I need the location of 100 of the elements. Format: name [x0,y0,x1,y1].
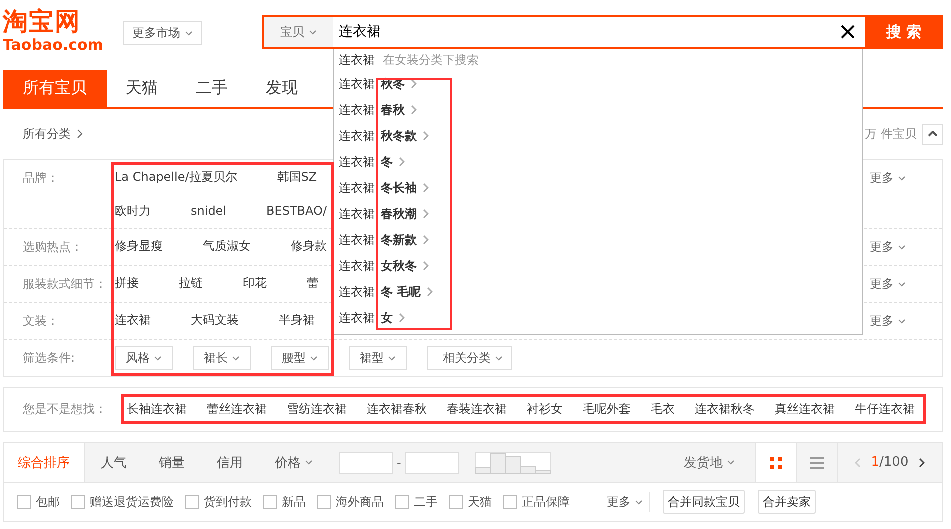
search-bar[interactable]: 宝贝 连衣裙 搜 索 [262,15,943,49]
more-button[interactable]: 更多 [870,312,906,330]
suggestion-link[interactable]: 雪纺连衣裙 [287,401,347,418]
chevron-down-icon [308,30,316,34]
previous-page-icon[interactable] [855,458,862,468]
chevron-right-icon [411,105,417,115]
page-total: /100 [880,455,909,470]
suggestion-item[interactable]: 连衣裙女 [339,310,393,326]
grid-view-button[interactable] [755,443,796,482]
more-button[interactable]: 更多 [870,169,906,187]
more-button[interactable]: 更多 [870,238,906,256]
filter-option[interactable]: 修身款 [291,229,327,263]
scope-dropdown[interactable]: 宝贝 [264,17,333,47]
market-dropdown[interactable]: 更多市场 [123,21,202,45]
checkbox[interactable] [263,495,277,509]
checkbox-label[interactable]: 包邮 [36,494,60,510]
filter-option[interactable]: 印花 [243,266,267,300]
filter-option[interactable]: snidel [191,194,227,228]
next-page-icon[interactable] [918,458,925,468]
chevron-right-icon [399,313,405,323]
price-histogram-drawing[interactable] [475,452,552,474]
checkbox-label[interactable]: 货到付款 [204,494,252,510]
suggestion-link[interactable]: 真丝连衣裙 [775,401,835,418]
checkbox[interactable] [503,495,517,509]
price-max-field[interactable] [405,452,460,474]
suggestion-link[interactable]: 毛衣 [651,401,675,418]
filter-option[interactable]: 大码文装 [191,303,239,337]
suggestion-link[interactable]: 连衣裙春秋 [367,401,427,418]
suggestion-link[interactable]: 连衣裙秋冬 [695,401,755,418]
chevron-down-icon [635,500,643,504]
suggestion-item[interactable]: 连衣裙冬长袖 [339,180,417,196]
suggestion-item[interactable]: 连衣裙秋冬款 [339,128,417,144]
chevron-right-icon [399,157,405,167]
list-icon [810,456,824,468]
suggestion-link[interactable]: 毛呢外套 [583,401,631,418]
filter-option[interactable]: 修身显瘦 [115,229,163,263]
chevron-down-icon [898,318,906,324]
checkbox[interactable] [449,495,463,509]
suggestion-item[interactable]: 连衣裙冬新款 [339,232,417,248]
chevron-right-icon [77,129,83,139]
filter-option[interactable]: 蕾 [307,266,319,300]
filter-dropdown[interactable]: 腰型 [271,346,329,370]
sort-tab[interactable]: 人气 [85,443,143,482]
sort-tab[interactable]: 销量 [143,443,201,482]
checkbox-label[interactable]: 天猫 [468,494,492,510]
filter-option[interactable]: 气质淑女 [203,229,251,263]
suggestion-item[interactable]: 连衣裙女秋冬 [339,258,417,274]
suggestion-term[interactable]: 连衣裙 [339,52,375,68]
filter-label: 选购热点： [22,239,84,256]
chevron-right-icon [423,131,429,141]
checkbox-label[interactable]: 海外商品 [336,494,384,510]
filter-option[interactable]: 韩国SZ [277,160,318,194]
collapse-button[interactable] [922,124,943,144]
close-icon[interactable] [841,25,855,39]
more-button[interactable]: 更多 [870,275,906,293]
filter-option[interactable]: 欧时力 [115,194,151,228]
chevron-down-icon [305,460,313,465]
checkbox[interactable] [317,495,331,509]
suggestion-item[interactable]: 连衣裙冬 毛呢 [339,284,422,300]
filter-option[interactable]: La Chapelle/拉夏贝尔 [115,160,238,194]
checkbox-label[interactable]: 二手 [414,494,438,510]
location-dropdown[interactable]: 发货地 [684,454,735,472]
checkbox[interactable] [395,495,409,509]
merge-button[interactable]: 合并同款宝贝 [663,490,745,514]
checkbox-label[interactable]: 正品保障 [522,494,570,510]
suggestion-link[interactable]: 蕾丝连衣裙 [207,401,267,418]
chevron-down-icon [898,244,906,250]
suggestion-link[interactable]: 衬衫女 [527,401,563,418]
more-button[interactable]: 更多 [607,492,650,512]
filter-dropdown[interactable]: 风格 [115,346,173,370]
suggestion-item[interactable]: 连衣裙冬 [339,154,393,170]
price-min-field[interactable] [339,452,393,474]
checkbox[interactable] [17,495,31,509]
filter-option[interactable]: 拉链 [179,266,203,300]
grid-icon [770,456,782,468]
breadcrumb-link[interactable]: 所有分类 [23,126,71,142]
checkbox-label[interactable]: 新品 [282,494,306,510]
filter-option[interactable]: 连衣裙 [115,303,151,337]
suggestion-label: 您是不是想找： [22,401,108,418]
suggestion-item[interactable]: 连衣裙春秋 [339,102,405,118]
filter-dropdown[interactable]: 相关分类 [427,346,512,370]
suggestion-hint: 在女装分类下搜索 [383,52,479,68]
chevron-right-icon [423,261,429,271]
chevron-up-icon [928,131,938,137]
suggestion-item[interactable]: 连衣裙春秋潮 [339,206,417,222]
sort-tab[interactable]: 信用 [201,443,259,482]
filter-option[interactable]: BESTBAO/ [266,194,328,228]
suggestion-link[interactable]: 春装连衣裙 [447,401,507,418]
chevron-down-icon [495,356,503,360]
checkbox[interactable] [71,495,85,509]
filter-option[interactable]: 半身裙 [279,303,315,337]
suggestion-link[interactable]: 长袖连衣裙 [127,401,187,418]
checkbox[interactable] [185,495,199,509]
filter-dropdown[interactable]: 裙长 [193,346,251,370]
sort-tab[interactable]: 价格 [259,443,329,482]
checkbox-label[interactable]: 赠送退货运费险 [90,494,174,510]
merge-button[interactable]: 合并卖家 [758,490,816,514]
filter-dropdown[interactable]: 裙型 [349,346,407,370]
suggestion-link[interactable]: 牛仔连衣裙 [855,401,915,418]
filter-option[interactable]: 拼接 [115,266,139,300]
